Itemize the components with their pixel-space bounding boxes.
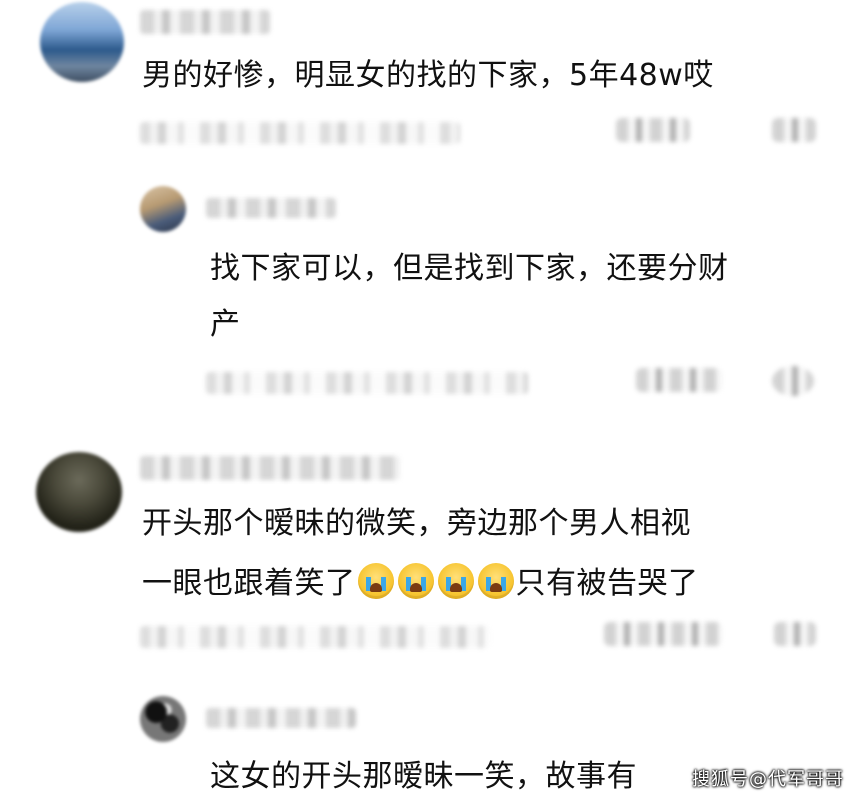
comment-text-segment: 只有被告哭了 <box>515 566 699 601</box>
blurred-reply-meta <box>206 372 528 394</box>
avatar[interactable] <box>40 2 124 82</box>
crying-face-icon <box>437 563 474 599</box>
blurred-like-icon[interactable] <box>636 368 722 392</box>
reply-text-line-2: 产 <box>210 307 241 342</box>
avatar[interactable] <box>36 452 122 532</box>
blurred-reply-icon[interactable] <box>772 118 816 142</box>
blurred-reply-icon[interactable] <box>772 366 814 396</box>
blurred-reply-icon[interactable] <box>774 622 816 646</box>
blurred-like-icon[interactable] <box>616 118 690 142</box>
reply-text-line-1: 找下家可以，但是找到下家，还要分财 <box>210 251 729 286</box>
blurred-reply-username[interactable] <box>206 198 336 218</box>
blurred-comment-meta <box>140 626 490 648</box>
comment-text: 男的好惨，明显女的找的下家，5年48w哎 <box>142 58 714 93</box>
crying-face-icon <box>477 563 514 599</box>
watermark: 搜狐号@代军哥哥 <box>692 769 844 790</box>
blurred-like-icon[interactable] <box>604 622 722 646</box>
blurred-reply-username[interactable] <box>206 708 356 728</box>
blurred-username[interactable] <box>140 456 400 480</box>
reply-avatar[interactable] <box>140 186 186 232</box>
reply-avatar[interactable] <box>140 696 186 742</box>
blurred-comment-meta <box>140 122 460 144</box>
comment-text-line-2: 一眼也跟着笑了 只有被告哭了 <box>142 560 699 608</box>
reply-text-line-1: 这女的开头那暧昧一笑，故事有 <box>210 759 637 794</box>
comment-text-segment: 一眼也跟着笑了 <box>142 566 356 601</box>
blurred-username[interactable] <box>140 10 270 34</box>
crying-face-icon <box>397 563 434 599</box>
comment-text-line-1: 开头那个暧昧的微笑，旁边那个男人相视 <box>142 506 691 541</box>
crying-face-icon <box>357 563 394 599</box>
